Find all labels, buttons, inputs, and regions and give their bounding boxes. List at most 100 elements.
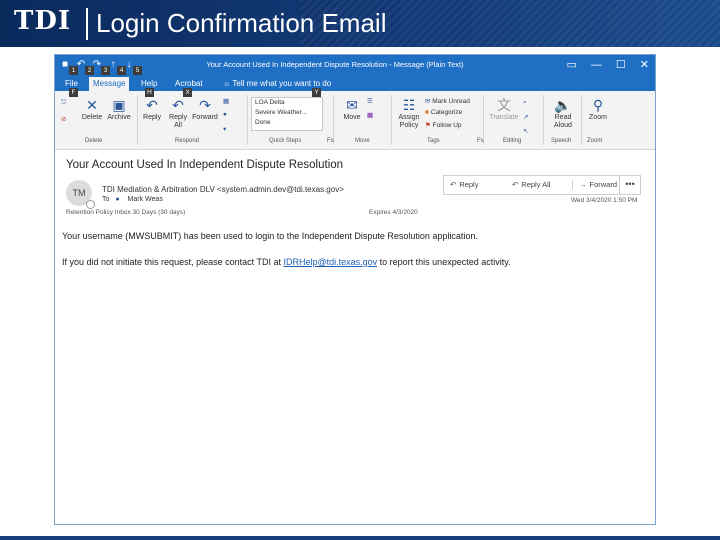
envelope-icon: ✉ [346, 97, 358, 113]
translate-button[interactable]: 文 Translate [487, 97, 521, 122]
slide-title: Login Confirmation Email [96, 8, 387, 38]
follow-up-button[interactable]: ⚑ Follow Up [425, 121, 462, 129]
group-separator [137, 95, 138, 145]
keytip-1: 1 [69, 66, 78, 75]
group-separator [543, 95, 544, 145]
more-actions-button[interactable]: ••• [619, 175, 641, 195]
find-icon[interactable]: ⌕ [523, 99, 527, 107]
im-icon[interactable]: ● [223, 111, 227, 118]
move-button[interactable]: ✉ Move [339, 97, 365, 122]
group-separator [391, 95, 392, 145]
reply-all-icon: ↶ [512, 180, 519, 189]
lightbulb-icon: ☼ [223, 79, 231, 88]
tell-me-label: Tell me what you want to do [232, 79, 332, 88]
group-separator [247, 95, 248, 145]
body-line-2: If you did not initiate this request, pl… [62, 257, 511, 267]
select-icon[interactable]: ↖ [523, 127, 528, 135]
support-email-link[interactable]: IDRHelp@tdi.texas.gov [283, 257, 377, 267]
to-line: To ● Mark Weas [102, 196, 163, 203]
quick-step-item[interactable]: Severe Weather... [252, 108, 322, 118]
onenote-icon[interactable]: ▩ [367, 111, 373, 119]
expires-date: Expires 4/3/2020 [369, 209, 418, 216]
close-button[interactable]: ✕ [640, 58, 649, 72]
more-respond-icon[interactable]: ▾ [223, 125, 226, 133]
archive-button[interactable]: ▣ Archive [105, 97, 133, 122]
categorize-button[interactable]: ■ Categorize [425, 109, 462, 116]
message-action-bar: ↶ Reply ↶ Reply All → Forward [443, 175, 641, 195]
forward-icon: → [579, 180, 587, 189]
keytip-2: 2 [85, 66, 94, 75]
read-aloud-icon: 🔈 [554, 97, 572, 113]
quick-step-item[interactable]: LOA Delta [252, 98, 322, 108]
forward-icon: ↷ [199, 97, 211, 113]
delete-icon: ✕ [86, 97, 98, 113]
ribbon: F H X Y ⎋ ⊘ ✕ Delete ▣ Archive ↶ Reply ↶… [55, 88, 655, 150]
group-separator [581, 95, 582, 145]
category-icon: ■ [425, 109, 429, 116]
group-label-zoom: Zoom [587, 138, 603, 144]
mark-unread-button[interactable]: ✉ Mark Unread [425, 97, 470, 105]
window-controls: ▭ — ☐ ✕ [567, 58, 650, 72]
outlook-message-window: ■ ↶ ↷ ↑ ↓ Your Account Used In Independe… [54, 54, 656, 525]
quick-step-item[interactable]: Done [252, 118, 322, 128]
forward-button[interactable]: → Forward [572, 180, 617, 189]
reply-all-button[interactable]: ↶ Reply All [512, 180, 550, 189]
keytip-y: Y [312, 88, 321, 97]
message-subject: Your Account Used In Independent Dispute… [66, 159, 344, 171]
tdi-logo: TDI [14, 6, 72, 36]
assign-policy-button[interactable]: ☷ Assign Policy [395, 97, 423, 130]
window-title: Your Account Used In Independent Dispute… [206, 60, 464, 69]
body-line-2-text: If you did not initiate this request, pl… [62, 257, 284, 267]
group-label-fs: Fs [477, 138, 484, 144]
junk-icon[interactable]: ⊘ [61, 115, 66, 123]
retention-policy: Retention Policy Inbox 30 Days (30 days) [66, 209, 186, 216]
title-bar: ■ ↶ ↷ ↑ ↓ Your Account Used In Independe… [55, 55, 655, 77]
group-label-respond: Respond [175, 138, 200, 144]
reply-ribbon-button[interactable]: ↶ Reply [139, 97, 165, 122]
meeting-icon[interactable]: ▦ [223, 97, 229, 105]
group-label-fs: Fs [327, 138, 334, 144]
mail-icon: ✉ [425, 98, 431, 105]
quick-steps-gallery: LOA Delta Severe Weather... Done [251, 97, 323, 131]
zoom-button[interactable]: ⚲ Zoom [585, 97, 611, 122]
keytip-3: 3 [101, 66, 110, 75]
tab-message[interactable]: Message [89, 77, 130, 91]
reply-button[interactable]: ↶ Reply [450, 180, 478, 189]
message-timestamp: Wed 3/4/2020 1:50 PM [571, 197, 638, 204]
body-line-1: Your username (MWSUBMIT) has been used t… [62, 231, 478, 241]
keytip-5: 5 [133, 66, 142, 75]
recipient-name[interactable]: Mark Weas [128, 196, 163, 203]
reply-all-ribbon-button[interactable]: ↶ Reply All [165, 97, 191, 130]
presence-indicator [86, 200, 95, 209]
related-icon[interactable]: ↗ [523, 113, 528, 121]
tab-help[interactable]: Help [141, 79, 157, 88]
group-label-speech: Speech [551, 138, 572, 144]
group-label-quick-steps: Quick Steps [269, 138, 302, 144]
tell-me-search[interactable]: ☼ Tell me what you want to do [223, 79, 331, 88]
maximize-button[interactable]: ☐ [616, 58, 626, 72]
rules-icon[interactable]: ☰ [367, 97, 373, 105]
group-label-delete: Delete [85, 138, 103, 144]
slide-header: TDI Login Confirmation Email [0, 0, 720, 47]
reply-all-icon: ↶ [172, 97, 184, 113]
slide-footer-bar [0, 536, 720, 540]
read-aloud-button[interactable]: 🔈 Read Aloud [549, 97, 577, 130]
sender-address[interactable]: TDI Mediation & Arbitration DLV <system.… [102, 185, 344, 194]
keytip-x: X [183, 88, 192, 97]
minimize-button[interactable]: — [591, 58, 602, 72]
keytip-f: F [69, 88, 78, 97]
policy-icon: ☷ [402, 97, 416, 113]
ignore-icon[interactable]: ⎋ [61, 99, 66, 107]
logo-divider [86, 8, 88, 40]
reply-icon: ↶ [146, 97, 158, 113]
ribbon-display-button[interactable]: ▭ [567, 58, 577, 72]
flag-icon: ⚑ [425, 122, 431, 129]
translate-icon: 文 [497, 97, 511, 113]
delete-button[interactable]: ✕ Delete [79, 97, 105, 122]
forward-ribbon-button[interactable]: ↷ Forward [191, 97, 219, 122]
tab-file[interactable]: File [65, 79, 78, 88]
group-label-tags: Tags [427, 138, 440, 144]
tab-acrobat[interactable]: Acrobat [175, 79, 203, 88]
group-label-editing: Editing [503, 138, 522, 144]
keytip-4: 4 [117, 66, 126, 75]
